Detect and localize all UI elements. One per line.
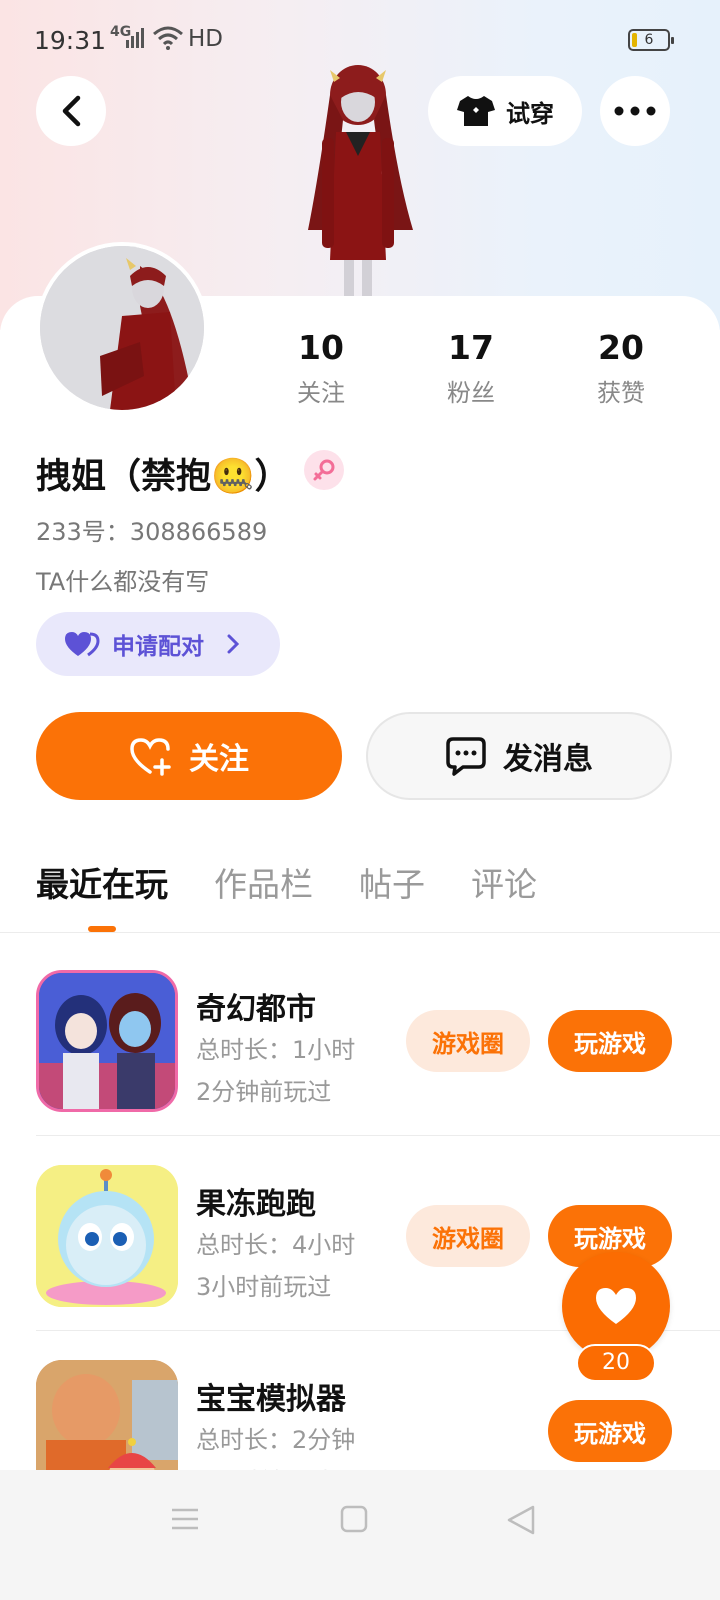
- avatar-image: [40, 246, 204, 410]
- double-heart-icon: [65, 632, 100, 657]
- hd-indicator: HD: [188, 26, 224, 52]
- wifi-icon: [153, 26, 183, 50]
- tab-recently-played[interactable]: 最近在玩: [36, 858, 168, 906]
- game-duration: 总时长：2分钟: [196, 1426, 356, 1454]
- chevron-right-icon: [227, 634, 240, 654]
- profile-name: 拽姐（禁抱🤐）: [36, 457, 290, 497]
- battery-level: 6: [644, 32, 654, 48]
- game-last-played: 3小时前玩过: [196, 1273, 332, 1301]
- game-title: 奇幻都市: [196, 992, 316, 1027]
- stat-likes[interactable]: 20 获赞: [566, 328, 676, 408]
- tab-comments[interactable]: 评论: [471, 858, 537, 906]
- fans-count: 17: [448, 328, 494, 367]
- battery-icon: 6: [628, 29, 674, 51]
- home-icon[interactable]: [340, 1504, 368, 1534]
- tab-posts[interactable]: 帖子: [359, 858, 425, 906]
- game-duration: 总时长：1小时: [196, 1036, 356, 1064]
- profile-bio: TA什么都没有写: [36, 568, 210, 596]
- tabs-divider: [0, 932, 720, 933]
- game-icon-guodong-paopao: [36, 1165, 178, 1307]
- chevron-left-icon: [62, 95, 81, 127]
- try-on-button[interactable]: 试穿: [428, 76, 582, 146]
- game-icon-qihuan-dushi: [36, 970, 178, 1112]
- chat-bubble-icon: [446, 737, 486, 776]
- game-title: 果冻跑跑: [196, 1187, 316, 1222]
- menu-icon[interactable]: [170, 1504, 200, 1534]
- heart-icon: [596, 1288, 636, 1324]
- following-label: 关注: [297, 379, 345, 407]
- stat-fans[interactable]: 17 粉丝: [416, 328, 526, 408]
- back-nav-icon[interactable]: [506, 1504, 536, 1536]
- send-message-label: 发消息: [503, 742, 593, 777]
- request-pair-label: 申请配对: [112, 634, 204, 660]
- game-title: 宝宝模拟器: [196, 1382, 346, 1417]
- stat-following[interactable]: 10 关注: [266, 328, 376, 408]
- back-button[interactable]: [36, 76, 106, 146]
- fans-label: 粉丝: [447, 379, 495, 407]
- avatar-character-icon: [40, 246, 204, 410]
- status-time: 19:31: [34, 26, 107, 55]
- signal-icon: [126, 28, 144, 48]
- list-item[interactable]: 奇幻都市 总时长：1小时 2分钟前玩过 游戏圈 玩游戏: [36, 938, 676, 1134]
- likes-count: 20: [598, 328, 644, 367]
- user-id: 233号：308866589: [36, 518, 268, 546]
- play-game-button[interactable]: 玩游戏: [548, 1010, 672, 1072]
- try-on-label: 试穿: [506, 99, 554, 128]
- game-circle-button[interactable]: 游戏圈: [406, 1205, 530, 1267]
- likes-label: 获赞: [597, 379, 645, 407]
- follow-label: 关注: [189, 742, 249, 777]
- send-message-button[interactable]: 发消息: [366, 712, 672, 800]
- following-count: 10: [298, 328, 344, 367]
- game-circle-button[interactable]: 游戏圈: [406, 1010, 530, 1072]
- more-options-button[interactable]: [600, 76, 670, 146]
- like-count-badge: 20: [576, 1344, 656, 1382]
- tshirt-icon: [457, 96, 495, 126]
- heart-plus-icon: [130, 738, 171, 776]
- play-game-button[interactable]: 玩游戏: [548, 1400, 672, 1462]
- avatar-3d-figure: [308, 65, 413, 300]
- request-pair-button[interactable]: 申请配对: [36, 612, 280, 676]
- system-navigation-bar: [0, 1470, 720, 1600]
- game-duration: 总时长：4小时: [196, 1231, 356, 1259]
- profile-tabs: 最近在玩 作品栏 帖子 评论: [36, 858, 537, 906]
- game-last-played: 2分钟前玩过: [196, 1078, 332, 1106]
- female-gender-icon: [304, 450, 344, 490]
- follow-button[interactable]: 关注: [36, 712, 342, 800]
- tab-works[interactable]: 作品栏: [214, 858, 313, 906]
- avatar[interactable]: [36, 242, 208, 414]
- more-dots-icon: [614, 106, 656, 116]
